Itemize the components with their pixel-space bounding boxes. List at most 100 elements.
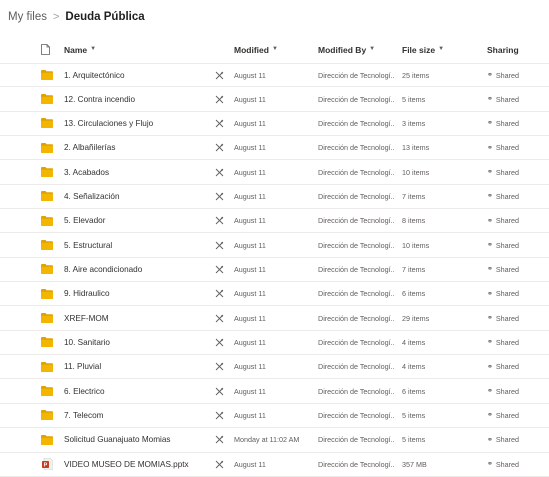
file-row[interactable]: 11. Pluvial August 11 Dirección de Tecnolo…	[0, 355, 549, 380]
sharing-status[interactable]: ⚭ Shared	[487, 160, 547, 183]
sharing-label: Shared	[495, 313, 520, 323]
sharing-label: Shared	[495, 118, 520, 128]
share-action-icon[interactable]	[213, 331, 225, 354]
column-name[interactable]: Name ▼	[64, 40, 96, 60]
sharing-status[interactable]: ⚭ Shared	[487, 379, 547, 402]
column-modified-label: Modified	[234, 45, 269, 55]
folder-icon	[40, 355, 54, 378]
file-name[interactable]: 7. Telecom	[64, 404, 204, 427]
file-name[interactable]: 4. Señalización	[64, 185, 204, 208]
file-row[interactable]: 4. Señalización August 11 Dirección de Tec…	[0, 185, 549, 210]
sharing-status[interactable]: ⚭ Shared	[487, 453, 547, 476]
file-name[interactable]: 10. Sanitario	[64, 331, 204, 354]
sharing-label: Shared	[495, 167, 520, 177]
file-name[interactable]: VIDEO MUSEO DE MOMIAS.pptx	[64, 453, 204, 476]
file-size: 10 items	[402, 167, 430, 177]
file-row[interactable]: 12. Contra incendio August 11 Dirección de…	[0, 87, 549, 112]
share-action-icon[interactable]	[213, 428, 225, 451]
sharing-status[interactable]: ⚭ Shared	[487, 282, 547, 305]
sharing-status[interactable]: ⚭ Shared	[487, 258, 547, 281]
share-action-icon[interactable]	[213, 258, 225, 281]
share-action-icon[interactable]	[213, 379, 225, 402]
file-name[interactable]: 6. Electrico	[64, 379, 204, 402]
file-row[interactable]: 6. Electrico August 11 Dirección de Tecnol…	[0, 379, 549, 404]
sharing-status[interactable]: ⚭ Shared	[487, 185, 547, 208]
file-name[interactable]: 12. Contra incendio	[64, 87, 204, 110]
share-action-icon[interactable]	[213, 160, 225, 183]
chevron-down-icon: ▼	[438, 46, 445, 52]
modified-date: August 11	[234, 240, 266, 250]
share-action-icon[interactable]	[213, 404, 225, 427]
column-sharing-label: Sharing	[487, 45, 519, 55]
share-action-icon[interactable]	[213, 233, 225, 256]
shared-people-icon: ⚭	[487, 461, 493, 469]
folder-icon	[40, 258, 54, 281]
folder-icon	[40, 160, 54, 183]
sharing-status[interactable]: ⚭ Shared	[487, 306, 547, 329]
sharing-status[interactable]: ⚭ Shared	[487, 87, 547, 110]
file-row[interactable]: P VIDEO MUSEO DE MOMIAS.pptx August 11 Dire…	[0, 453, 549, 477]
share-action-icon[interactable]	[213, 209, 225, 232]
file-name[interactable]: XREF-MOM	[64, 306, 204, 329]
file-name[interactable]: 5. Elevador	[64, 209, 204, 232]
share-action-icon[interactable]	[213, 185, 225, 208]
file-row[interactable]: 9. Hidraulico August 11 Dirección de Tecno…	[0, 282, 549, 307]
shared-people-icon: ⚭	[487, 290, 493, 298]
modified-by: Dirección de Tecnologí...	[318, 118, 394, 128]
share-action-icon[interactable]	[213, 355, 225, 378]
column-modified[interactable]: Modified ▼	[234, 40, 278, 60]
share-action-icon[interactable]	[213, 87, 225, 110]
sharing-status[interactable]: ⚭ Shared	[487, 64, 547, 86]
share-action-icon[interactable]	[213, 64, 225, 86]
folder-icon	[40, 282, 54, 305]
share-action-icon[interactable]	[213, 306, 225, 329]
file-row[interactable]: 3. Acabados August 11 Dirección de Tecnolo…	[0, 160, 549, 185]
breadcrumb-my-files[interactable]: My files	[8, 11, 47, 23]
column-header-row: Name ▼ Modified ▼ Modified By ▼ File size ▼ …	[0, 40, 549, 60]
file-type-icon[interactable]	[41, 44, 50, 55]
file-name[interactable]: 2. Albañilerías	[64, 136, 204, 159]
column-sharing[interactable]: Sharing	[487, 40, 519, 60]
shared-people-icon: ⚭	[487, 315, 493, 323]
file-name[interactable]: 1. Arquitectónico	[64, 64, 204, 86]
file-name[interactable]: 13. Circulaciones y Flujo	[64, 112, 204, 135]
sharing-status[interactable]: ⚭ Shared	[487, 233, 547, 256]
share-action-icon[interactable]	[213, 112, 225, 135]
share-action-icon[interactable]	[213, 282, 225, 305]
file-name[interactable]: 8. Aire acondicionado	[64, 258, 204, 281]
sharing-status[interactable]: ⚭ Shared	[487, 136, 547, 159]
file-name[interactable]: 5. Estructural	[64, 233, 204, 256]
shared-people-icon: ⚭	[487, 144, 493, 152]
file-row[interactable]: XREF-MOM August 11 Dirección de Tecnologí.…	[0, 306, 549, 331]
column-file-size[interactable]: File size ▼	[402, 40, 444, 60]
file-row[interactable]: 2. Albañilerías August 11 Dirección de Tec…	[0, 136, 549, 161]
modified-by: Dirección de Tecnologí...	[318, 216, 394, 226]
folder-icon	[40, 404, 54, 427]
file-name[interactable]: Solicitud Guanajuato Momias	[64, 428, 204, 451]
sharing-status[interactable]: ⚭ Shared	[487, 355, 547, 378]
modified-date: August 11	[234, 313, 266, 323]
file-row[interactable]: 7. Telecom August 11 Dirección de Tecnolog…	[0, 404, 549, 429]
file-row[interactable]: 10. Sanitario August 11 Dirección de Tecno…	[0, 331, 549, 356]
column-modified-by[interactable]: Modified By ▼	[318, 40, 375, 60]
file-name[interactable]: 3. Acabados	[64, 160, 204, 183]
file-row[interactable]: 8. Aire acondicionado August 11 Dirección …	[0, 258, 549, 283]
file-size: 6 items	[402, 386, 426, 396]
sharing-status[interactable]: ⚭ Shared	[487, 428, 547, 451]
share-action-icon[interactable]	[213, 453, 225, 476]
file-row[interactable]: 13. Circulaciones y Flujo August 11 Direcc…	[0, 112, 549, 137]
folder-icon	[40, 233, 54, 256]
file-row[interactable]: 1. Arquitectónico August 11 Dirección de T…	[0, 63, 549, 88]
file-size: 7 items	[402, 264, 426, 274]
file-row[interactable]: Solicitud Guanajuato Momias Monday at 11:…	[0, 428, 549, 453]
file-name[interactable]: 9. Hidraulico	[64, 282, 204, 305]
file-row[interactable]: 5. Estructural August 11 Dirección de Tecn…	[0, 233, 549, 258]
sharing-status[interactable]: ⚭ Shared	[487, 331, 547, 354]
sharing-status[interactable]: ⚭ Shared	[487, 404, 547, 427]
sharing-status[interactable]: ⚭ Shared	[487, 112, 547, 135]
file-name[interactable]: 11. Pluvial	[64, 355, 204, 378]
file-size: 5 items	[402, 410, 426, 420]
share-action-icon[interactable]	[213, 136, 225, 159]
sharing-status[interactable]: ⚭ Shared	[487, 209, 547, 232]
file-row[interactable]: 5. Elevador August 11 Dirección de Tecnolo…	[0, 209, 549, 234]
